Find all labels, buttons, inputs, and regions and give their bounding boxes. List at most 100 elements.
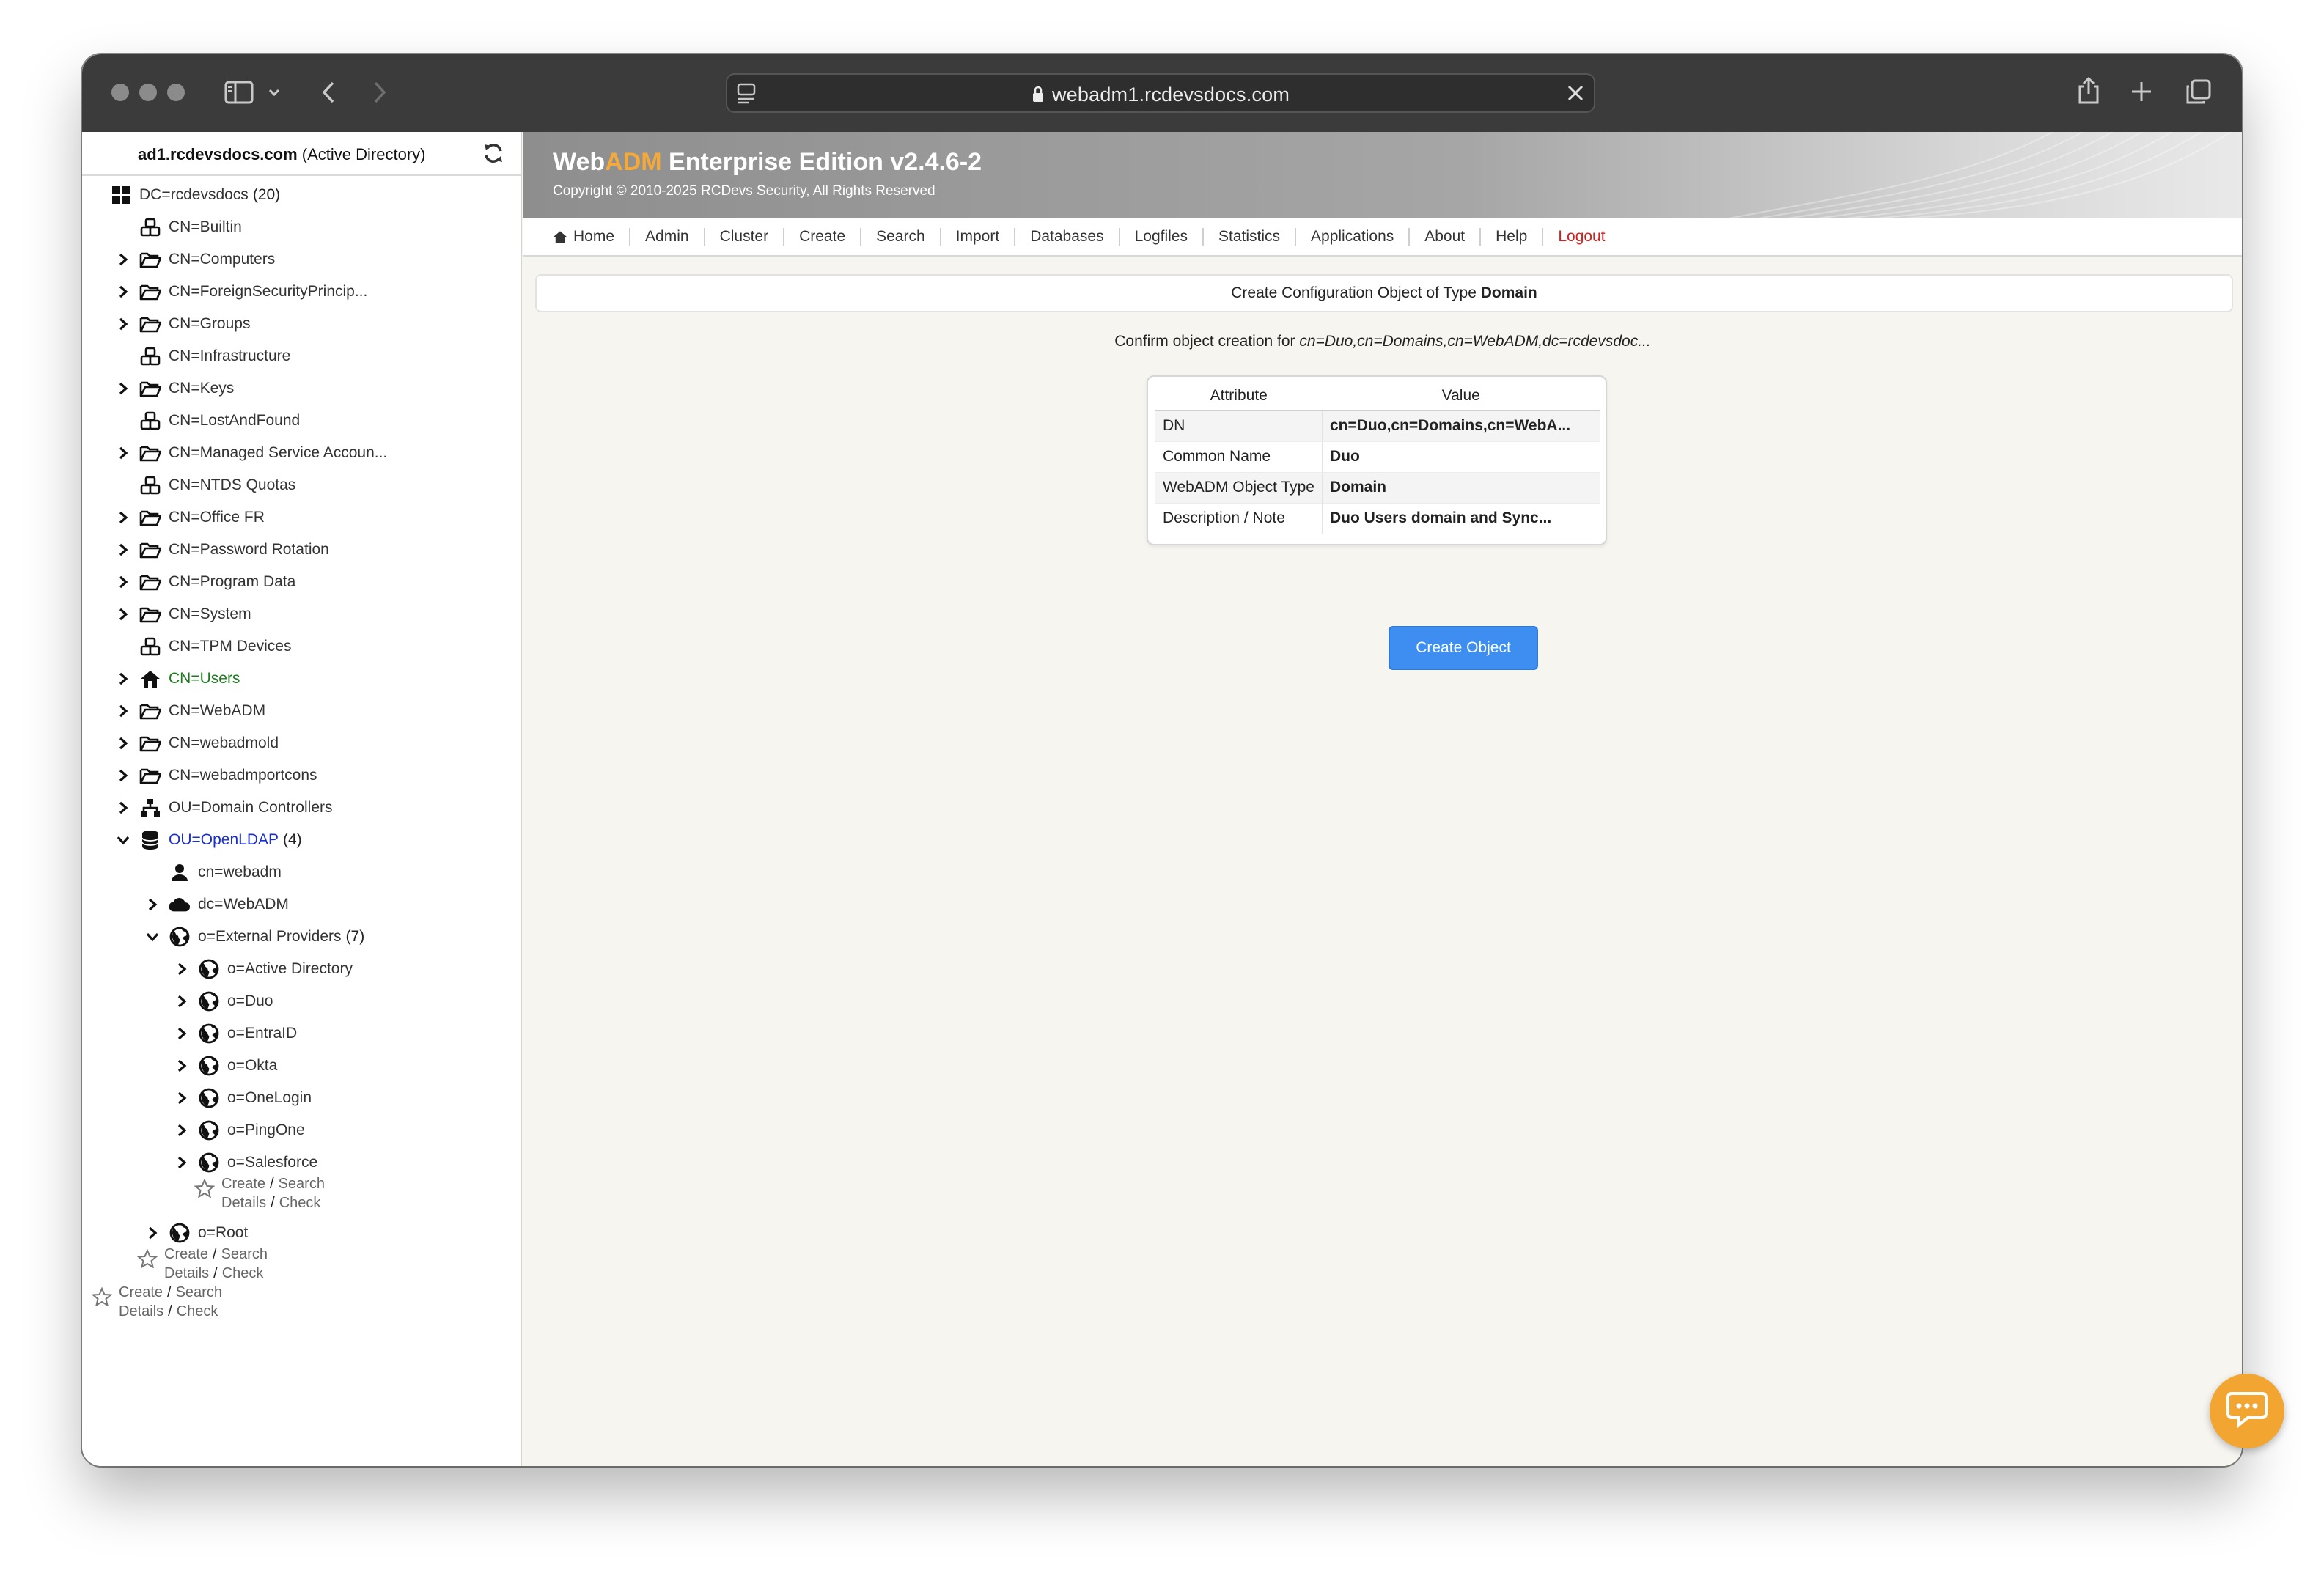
chevron-right-icon[interactable] <box>116 672 130 685</box>
chevron-right-icon[interactable] <box>116 737 130 750</box>
share-icon[interactable] <box>2076 76 2101 106</box>
search-link[interactable]: Search <box>279 1176 325 1192</box>
tree-item-label[interactable]: CN=Infrastructure <box>169 347 290 365</box>
tree-item-label[interactable]: CN=Keys <box>169 380 234 397</box>
tree-item-label[interactable]: CN=Office FR <box>169 509 265 526</box>
tree-item-label[interactable]: o=External Providers <box>198 928 342 946</box>
chevron-right-icon[interactable] <box>174 1027 189 1040</box>
tree-item[interactable]: CN=System <box>116 600 251 629</box>
tree-item[interactable]: CN=ForeignSecurityPrincip... <box>116 277 367 306</box>
nav-about[interactable]: About <box>1410 228 1482 246</box>
tree-item[interactable]: o=PingOne <box>174 1116 305 1145</box>
create-link[interactable]: Create <box>221 1176 265 1192</box>
tree-item[interactable]: CN=TPM Devices <box>116 632 291 661</box>
chat-support-button[interactable] <box>2210 1374 2284 1448</box>
search-link[interactable]: Search <box>221 1246 268 1262</box>
minimize-window-button[interactable] <box>139 84 157 101</box>
tree-item[interactable]: OU=Domain Controllers <box>116 793 333 822</box>
back-icon[interactable] <box>321 81 336 104</box>
chevron-right-icon[interactable] <box>145 898 160 911</box>
zoom-window-button[interactable] <box>167 84 185 101</box>
tree-item-label[interactable]: o=EntraID <box>227 1025 297 1042</box>
tree-item[interactable]: CN=Builtin <box>116 213 242 242</box>
tree-item-label[interactable]: cn=webadm <box>198 864 282 881</box>
chevron-right-icon[interactable] <box>116 285 130 298</box>
nav-search[interactable]: Search <box>861 228 941 246</box>
chevron-right-icon[interactable] <box>116 575 130 589</box>
tree-item-label[interactable]: CN=webadmold <box>169 734 279 752</box>
url-text[interactable]: webadm1.rcdevsdocs.com <box>727 84 1594 108</box>
chevron-right-icon[interactable] <box>116 704 130 718</box>
chevron-right-icon[interactable] <box>174 995 189 1008</box>
tab-overview-icon[interactable] <box>2185 79 2211 106</box>
chevron-right-icon[interactable] <box>116 317 130 331</box>
tree-item-label[interactable]: CN=System <box>169 605 251 623</box>
tree-item[interactable]: o=EntraID <box>174 1019 297 1048</box>
check-link[interactable]: Check <box>177 1303 218 1319</box>
tree-item[interactable]: CN=Office FR <box>116 503 265 532</box>
details-link[interactable]: Details <box>221 1195 266 1211</box>
nav-statistics[interactable]: Statistics <box>1204 228 1297 246</box>
check-link[interactable]: Check <box>222 1265 264 1281</box>
tree-item-label[interactable]: o=OneLogin <box>227 1089 312 1107</box>
chevron-down-icon[interactable] <box>116 835 130 845</box>
chevron-right-icon[interactable] <box>116 543 130 556</box>
nav-logout[interactable]: Logout <box>1543 228 1619 246</box>
chevron-down-icon[interactable] <box>268 88 280 97</box>
tree-item-label[interactable]: CN=ForeignSecurityPrincip... <box>169 283 367 301</box>
chevron-down-icon[interactable] <box>145 932 160 942</box>
tree-item-label[interactable]: o=Duo <box>227 993 273 1010</box>
chevron-right-icon[interactable] <box>116 769 130 782</box>
tree-item[interactable]: CN=Managed Service Accoun... <box>116 438 387 468</box>
chevron-right-icon[interactable] <box>116 801 130 814</box>
refresh-icon[interactable] <box>482 142 504 168</box>
tree-item[interactable]: o=External Providers (7) <box>145 922 364 951</box>
chevron-right-icon[interactable] <box>174 1156 189 1169</box>
chevron-right-icon[interactable] <box>174 962 189 976</box>
tree-item-label[interactable]: CN=Users <box>169 670 240 688</box>
tree-item[interactable]: DC=rcdevsdocs (20) <box>87 180 280 210</box>
tree-item[interactable]: o=Active Directory <box>174 954 353 984</box>
tree-item[interactable]: CN=Computers <box>116 245 275 274</box>
tree-item-label[interactable]: o=Active Directory <box>227 960 353 978</box>
tree-item[interactable]: CN=Program Data <box>116 567 295 597</box>
nav-databases[interactable]: Databases <box>1015 228 1120 246</box>
tree-item-label[interactable]: CN=NTDS Quotas <box>169 476 295 494</box>
search-link[interactable]: Search <box>176 1284 222 1300</box>
sidebar-toggle-icon[interactable] <box>224 81 254 104</box>
tree-item-label[interactable]: dc=WebADM <box>198 896 289 913</box>
details-link[interactable]: Details <box>164 1265 209 1281</box>
tree-item-root[interactable]: o=Root <box>145 1218 248 1248</box>
tree-item-label[interactable]: CN=LostAndFound <box>169 412 300 430</box>
create-link[interactable]: Create <box>119 1284 163 1300</box>
tree-item[interactable]: CN=Groups <box>116 309 250 339</box>
tree-item-label[interactable]: o=PingOne <box>227 1122 305 1139</box>
chevron-right-icon[interactable] <box>116 253 130 266</box>
chevron-right-icon[interactable] <box>145 1226 160 1240</box>
tree-item-label[interactable]: o=Root <box>198 1224 248 1242</box>
create-object-button[interactable]: Create Object <box>1389 626 1538 670</box>
tree-item[interactable]: CN=webadmportcons <box>116 761 317 790</box>
chevron-right-icon[interactable] <box>174 1091 189 1105</box>
check-link[interactable]: Check <box>279 1195 321 1211</box>
nav-help[interactable]: Help <box>1481 228 1544 246</box>
tree-item[interactable]: cn=webadm <box>145 858 282 887</box>
chevron-right-icon[interactable] <box>116 446 130 460</box>
tree-item-label[interactable]: CN=Builtin <box>169 218 242 236</box>
tree-item-label[interactable]: o=Okta <box>227 1057 277 1075</box>
tree-item[interactable]: CN=Infrastructure <box>116 342 290 371</box>
tree-item[interactable]: CN=NTDS Quotas <box>116 471 295 500</box>
nav-import[interactable]: Import <box>941 228 1016 246</box>
details-link[interactable]: Details <box>119 1303 163 1319</box>
chevron-right-icon[interactable] <box>116 382 130 395</box>
tree-item-label[interactable]: CN=Program Data <box>169 573 295 591</box>
tree-item[interactable]: o=Salesforce <box>174 1148 317 1177</box>
nav-cluster[interactable]: Cluster <box>705 228 785 246</box>
tree-item[interactable]: CN=LostAndFound <box>116 406 300 435</box>
tree-item[interactable]: OU=OpenLDAP (4) <box>116 825 302 855</box>
tree-item[interactable]: o=Okta <box>174 1051 277 1080</box>
tree-item[interactable]: dc=WebADM <box>145 890 289 919</box>
chevron-right-icon[interactable] <box>116 608 130 621</box>
tree-item-label[interactable]: o=Salesforce <box>227 1154 317 1171</box>
tree-item[interactable]: CN=webadmold <box>116 729 279 758</box>
